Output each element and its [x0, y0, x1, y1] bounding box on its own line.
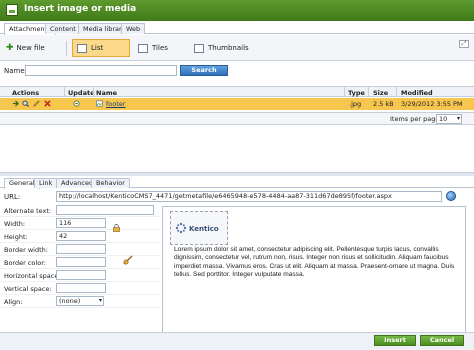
col-divider: [396, 87, 397, 97]
file-type: .jpg: [349, 100, 362, 108]
insert-button[interactable]: Insert: [374, 335, 416, 346]
width-input[interactable]: 116: [56, 218, 106, 228]
tab-content[interactable]: Content: [45, 23, 81, 34]
prop-row-alternate-text: Alternate text:: [0, 205, 160, 217]
table-row[interactable]: footer .jpg 2.5 kB 3/29/2012 3:55 PM: [0, 98, 474, 110]
lock-ratio-icon[interactable]: [112, 224, 121, 232]
border-color-label: Border color:: [4, 259, 46, 267]
view-icon[interactable]: [22, 100, 29, 107]
col-name[interactable]: Name: [96, 89, 117, 97]
prop-row-vertical-space: Vertical space:: [0, 283, 160, 295]
file-modified: 3/29/2012 3:55 PM: [401, 100, 463, 108]
source-tabs: Attachments Content Media libraries Web: [0, 22, 474, 35]
search-button[interactable]: Search: [180, 65, 228, 76]
toolbar-divider: [66, 41, 67, 56]
panel-splitter[interactable]: [0, 172, 474, 176]
update-icon[interactable]: [73, 100, 80, 107]
col-divider: [93, 87, 94, 97]
tiles-view-button[interactable]: Tiles: [134, 39, 168, 57]
horizontal-space-input[interactable]: [56, 270, 106, 280]
file-name-link[interactable]: footer: [106, 100, 125, 108]
preview-lorem-text: Lorem ipsum dolor sit amet, consectetur …: [174, 246, 455, 278]
col-actions: Actions: [12, 89, 40, 97]
properties-tabs: General Link Advanced Behavior: [0, 177, 474, 189]
pager: Items per page: 10: [0, 112, 474, 125]
col-divider: [368, 87, 369, 97]
prop-row-border-width: Border width:: [0, 244, 160, 256]
globe-icon[interactable]: [446, 191, 456, 201]
border-width-label: Border width:: [4, 246, 48, 254]
align-label: Align:: [4, 298, 23, 306]
items-per-page-label: Items per page:: [390, 115, 442, 123]
cancel-button[interactable]: Cancel: [420, 335, 464, 346]
thumbnails-icon: [194, 43, 204, 53]
name-search-input[interactable]: [25, 65, 177, 76]
new-file-icon: ✚: [6, 43, 14, 53]
tab-web[interactable]: Web: [121, 23, 146, 34]
vertical-space-input[interactable]: [56, 283, 106, 293]
vertical-space-label: Vertical space:: [4, 285, 52, 293]
col-update: Update: [68, 89, 95, 97]
tab-behavior[interactable]: Behavior: [91, 178, 130, 188]
prop-row-align: Align: (none): [0, 296, 160, 308]
prop-row-horizontal-space: Horizontal space:: [0, 270, 160, 282]
thumbnails-view-label: Thumbnails: [208, 44, 249, 52]
edit-icon[interactable]: [33, 100, 40, 107]
align-select[interactable]: (none): [56, 296, 104, 306]
list-icon: [77, 43, 87, 53]
image-icon: [6, 4, 18, 16]
tiles-view-label: Tiles: [152, 44, 168, 52]
new-file-label: New file: [16, 44, 45, 52]
height-input[interactable]: 42: [56, 231, 106, 241]
kentico-logo-text: Kentico: [189, 225, 219, 233]
grid-header: Actions Update Name Type Size Modified: [0, 86, 474, 97]
list-view-label: List: [91, 44, 104, 52]
items-per-page-select[interactable]: 10: [436, 114, 462, 124]
select-arrow-icon[interactable]: [12, 100, 19, 107]
border-width-input[interactable]: [56, 244, 106, 254]
view-toolbar: ✚ New file List Tiles Thumbnails ⤢: [0, 35, 474, 61]
new-file-button[interactable]: ✚ New file: [2, 39, 45, 57]
border-color-input[interactable]: [56, 257, 106, 267]
maximize-icon[interactable]: ⤢: [459, 40, 469, 48]
color-picker-icon[interactable]: [123, 255, 133, 265]
name-label: Name:: [4, 67, 28, 75]
image-file-icon: [96, 100, 103, 107]
col-divider: [64, 87, 65, 97]
delete-icon[interactable]: [44, 100, 51, 107]
dialog-title: Insert image or media: [24, 4, 137, 14]
thumbnails-view-button[interactable]: Thumbnails: [190, 39, 249, 57]
image-preview: Kentico Lorem ipsum dolor sit amet, cons…: [162, 206, 466, 334]
kentico-logo-mark: [175, 222, 187, 234]
url-label: URL:: [4, 193, 21, 201]
horizontal-space-label: Horizontal space:: [4, 272, 61, 280]
col-size[interactable]: Size: [373, 89, 388, 97]
col-divider: [344, 87, 345, 97]
height-label: Height:: [4, 233, 28, 241]
file-size: 2.5 kB: [373, 100, 394, 108]
dialog-footer: Insert Cancel: [0, 332, 474, 350]
col-type[interactable]: Type: [348, 89, 365, 97]
tab-link[interactable]: Link: [34, 178, 58, 188]
alternate-text-input[interactable]: [56, 205, 154, 215]
prop-row-border-color: Border color:: [0, 257, 160, 269]
url-input[interactable]: http://localhost/KenticoCMS7_4471/getmet…: [56, 191, 442, 202]
width-label: Width:: [4, 220, 26, 228]
dialog-title-bar: Insert image or media: [0, 0, 474, 21]
kentico-logo: Kentico: [170, 211, 228, 245]
alternate-text-label: Alternate text:: [4, 207, 52, 215]
col-modified[interactable]: Modified: [401, 89, 433, 97]
tiles-icon: [138, 43, 148, 53]
search-row: Name: Search: [0, 63, 474, 79]
list-view-button[interactable]: List: [72, 39, 130, 57]
prop-row-height: Height: 42: [0, 231, 160, 243]
prop-row-width: Width: 116: [0, 218, 160, 230]
